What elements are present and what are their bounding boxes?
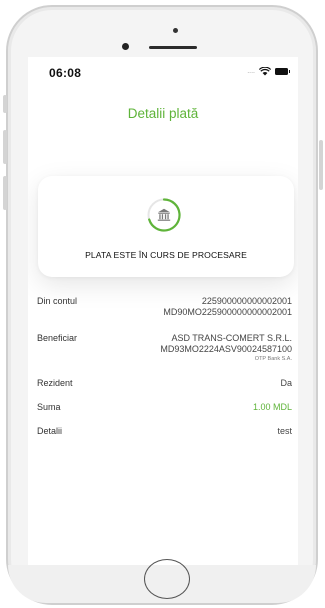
beneficiary-name: ASD TRANS-COMERT S.R.L.: [171, 333, 292, 343]
earpiece-speaker: [149, 46, 197, 49]
battery-icon: [275, 68, 290, 75]
bank-icon: [157, 208, 171, 221]
resident-label: Rezident: [37, 378, 73, 388]
page-title: Detalii plată: [127, 106, 199, 121]
beneficiary-bank: OTP Bank S.A.: [254, 356, 292, 362]
volume-button: [3, 95, 7, 113]
front-sensor: [173, 28, 178, 33]
details-value: test: [277, 426, 292, 436]
processing-ring-icon: [147, 198, 181, 232]
wifi-icon: [259, 67, 271, 76]
details-label: Detalii: [37, 426, 63, 436]
amount-label: Suma: [37, 402, 61, 412]
signal-icon: ....: [247, 68, 255, 75]
beneficiary-value: ASD TRANS-COMERT S.R.L. MD93MO2224ASV900…: [160, 333, 292, 363]
account-number: 225900000000002001: [201, 296, 292, 306]
status-time: 06:08: [49, 66, 82, 80]
beneficiary-iban: MD93MO2224ASV90024587100: [160, 344, 292, 354]
home-button[interactable]: [144, 559, 190, 599]
from-account-value: 225900000000002001 MD90MO225900000000002…: [163, 296, 292, 318]
beneficiary-label: Beneficiar: [37, 333, 78, 343]
volume-button: [3, 130, 7, 164]
app-screen: 06:08 .... Detalii plată PLATA ESTE ÎN C…: [28, 57, 298, 565]
from-account-label: Din contul: [37, 296, 78, 306]
power-button: [319, 140, 323, 190]
volume-button: [3, 176, 7, 210]
resident-value: Da: [280, 378, 292, 388]
amount-value: 1.00 MDL: [252, 402, 292, 412]
status-icons: ....: [247, 67, 290, 76]
front-camera: [122, 43, 129, 50]
account-iban: MD90MO225900000000002001: [163, 307, 292, 317]
status-card: PLATA ESTE ÎN CURS DE PROCESARE: [38, 176, 294, 277]
status-message: PLATA ESTE ÎN CURS DE PROCESARE: [85, 250, 247, 260]
